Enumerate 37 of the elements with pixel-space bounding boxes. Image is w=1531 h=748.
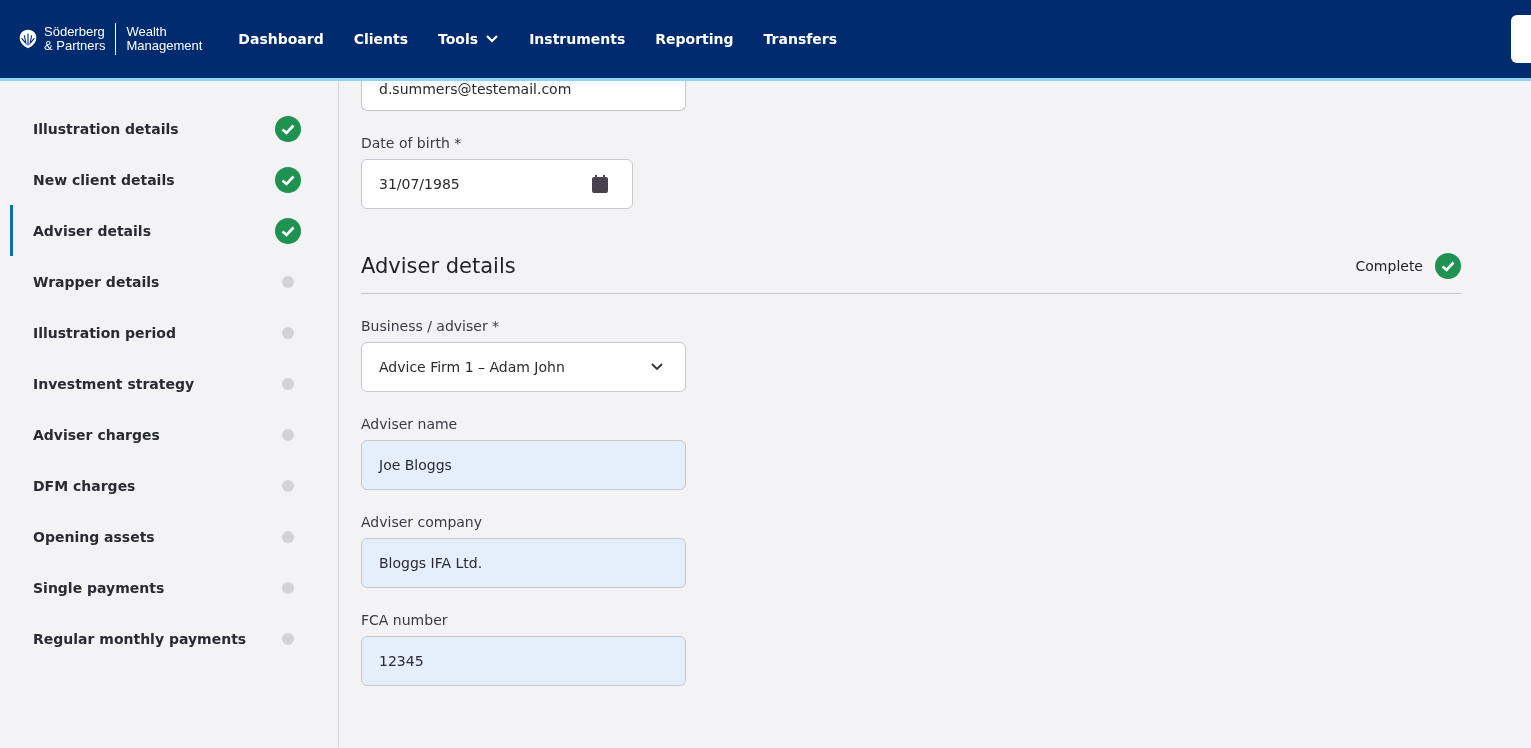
nav-link[interactable]: Instruments: [529, 31, 626, 47]
field-label: FCA number: [361, 612, 449, 628]
date-field[interactable]: 31/07/1985: [361, 159, 633, 209]
field-label: Date of birth *: [361, 135, 463, 151]
chevron-down-icon: [485, 34, 500, 44]
brand-name: Söderberg & Partners: [44, 25, 106, 53]
step-item[interactable]: Illustration period: [10, 307, 338, 358]
nav-link[interactable]: Transfers: [763, 31, 838, 47]
field-label: Adviser name: [361, 416, 459, 432]
input-field[interactable]: Joe Bloggs: [361, 440, 686, 490]
input-field[interactable]: 12345: [361, 636, 686, 686]
section-title: Adviser details: [361, 254, 516, 278]
nav-link[interactable]: Reporting: [655, 31, 734, 47]
step-item[interactable]: Wrapper details: [10, 256, 338, 307]
dropdown[interactable]: Advice Firm 1 – Adam John: [361, 342, 686, 392]
section-status: Complete: [1355, 258, 1423, 274]
calendar-icon: [592, 175, 608, 193]
product-name: Wealth Management: [126, 25, 203, 53]
nav-link[interactable]: Dashboard: [238, 31, 324, 47]
step-item[interactable]: Adviser charges: [10, 409, 338, 460]
lion-logo-icon: [17, 28, 39, 50]
step-item[interactable]: Single payments: [10, 562, 338, 613]
input-field[interactable]: d.summers@testemail.com: [361, 81, 686, 111]
step-item[interactable]: Investment strategy: [10, 358, 338, 409]
chevron-down-icon: [651, 363, 663, 371]
step-item[interactable]: New client details: [10, 154, 338, 205]
header-control[interactable]: [1511, 15, 1531, 63]
nav-link[interactable]: Clients: [353, 31, 409, 47]
nav-link[interactable]: Tools: [438, 31, 500, 47]
step-item[interactable]: Opening assets: [10, 511, 338, 562]
step-item[interactable]: Adviser details: [10, 205, 338, 256]
step-item[interactable]: Illustration details: [10, 103, 338, 154]
step-item[interactable]: DFM charges: [10, 460, 338, 511]
field-label: Business / adviser *: [361, 318, 501, 334]
field-label: Adviser company: [361, 514, 484, 530]
step-item[interactable]: Regular monthly payments: [10, 613, 338, 664]
input-field[interactable]: Bloggs IFA Ltd.: [361, 538, 686, 588]
